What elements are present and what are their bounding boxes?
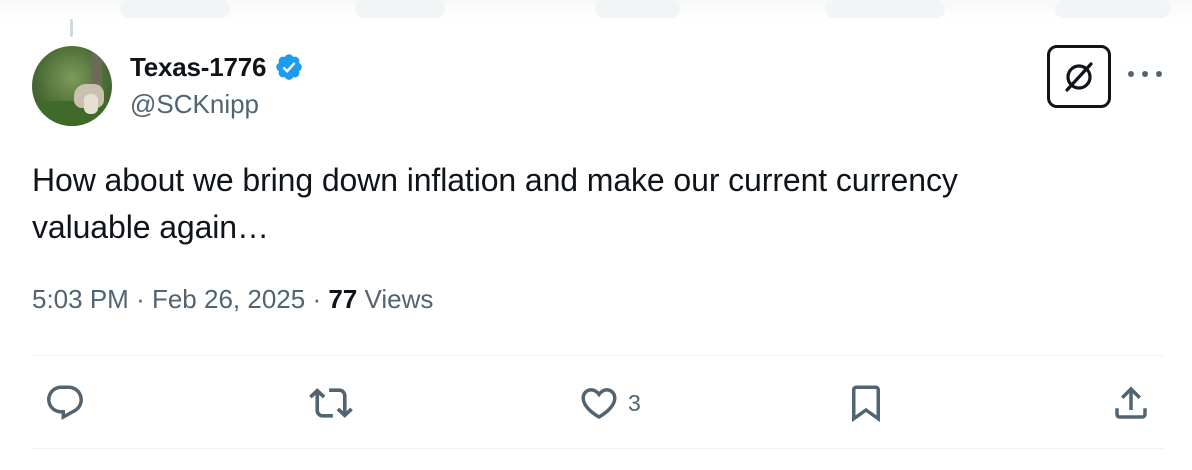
views-count: 77 [328, 284, 358, 314]
bookmark-icon [852, 385, 880, 423]
more-options-icon[interactable] [1128, 64, 1162, 84]
meta-separator: · [136, 284, 145, 314]
more-dot [1128, 71, 1134, 77]
like-button[interactable]: 3 [578, 381, 641, 425]
tweet-date[interactable]: Feb 26, 2025 [152, 284, 305, 314]
tweet-text: How about we bring down inflation and ma… [32, 157, 1152, 251]
share-button[interactable] [1110, 381, 1152, 425]
meta-separator: · [312, 284, 322, 314]
retweet-button[interactable] [309, 381, 353, 425]
grok-icon [1065, 61, 1093, 92]
tweet-text-line: How about we bring down inflation and ma… [32, 162, 958, 198]
avatar-cow-head [84, 94, 98, 114]
verified-badge-icon[interactable] [274, 52, 304, 82]
tweet-time[interactable]: 5:03 PM [32, 284, 129, 314]
heart-icon [581, 388, 617, 420]
author-handle[interactable]: @SCKnipp [130, 89, 259, 120]
share-icon [1115, 386, 1147, 419]
previous-tweet-fade [0, 0, 1192, 22]
blurred-action [595, 0, 680, 18]
more-dot [1156, 71, 1162, 77]
blurred-action [1055, 0, 1170, 18]
avatar[interactable] [32, 46, 112, 126]
divider [32, 448, 1164, 449]
display-name[interactable]: Texas-1776 [130, 52, 266, 83]
avatar-tree [92, 46, 102, 86]
blurred-action [825, 0, 945, 18]
blurred-action [355, 0, 445, 18]
grok-button[interactable] [1047, 45, 1111, 108]
like-count: 3 [628, 389, 641, 416]
divider [32, 355, 1164, 356]
more-dot [1142, 71, 1148, 77]
reply-icon [47, 385, 83, 420]
bookmark-button[interactable] [845, 381, 887, 425]
tweet-text-line: valuable again… [32, 209, 269, 245]
retweet-icon [309, 388, 353, 418]
author-name-row[interactable]: Texas-1776 [130, 49, 304, 85]
blurred-action [120, 0, 230, 18]
thread-connector-line [70, 19, 73, 37]
tweet-meta: 5:03 PM · Feb 26, 2025 · 77 Views [32, 284, 433, 315]
reply-button[interactable] [44, 381, 86, 425]
views-label: Views [364, 284, 434, 314]
